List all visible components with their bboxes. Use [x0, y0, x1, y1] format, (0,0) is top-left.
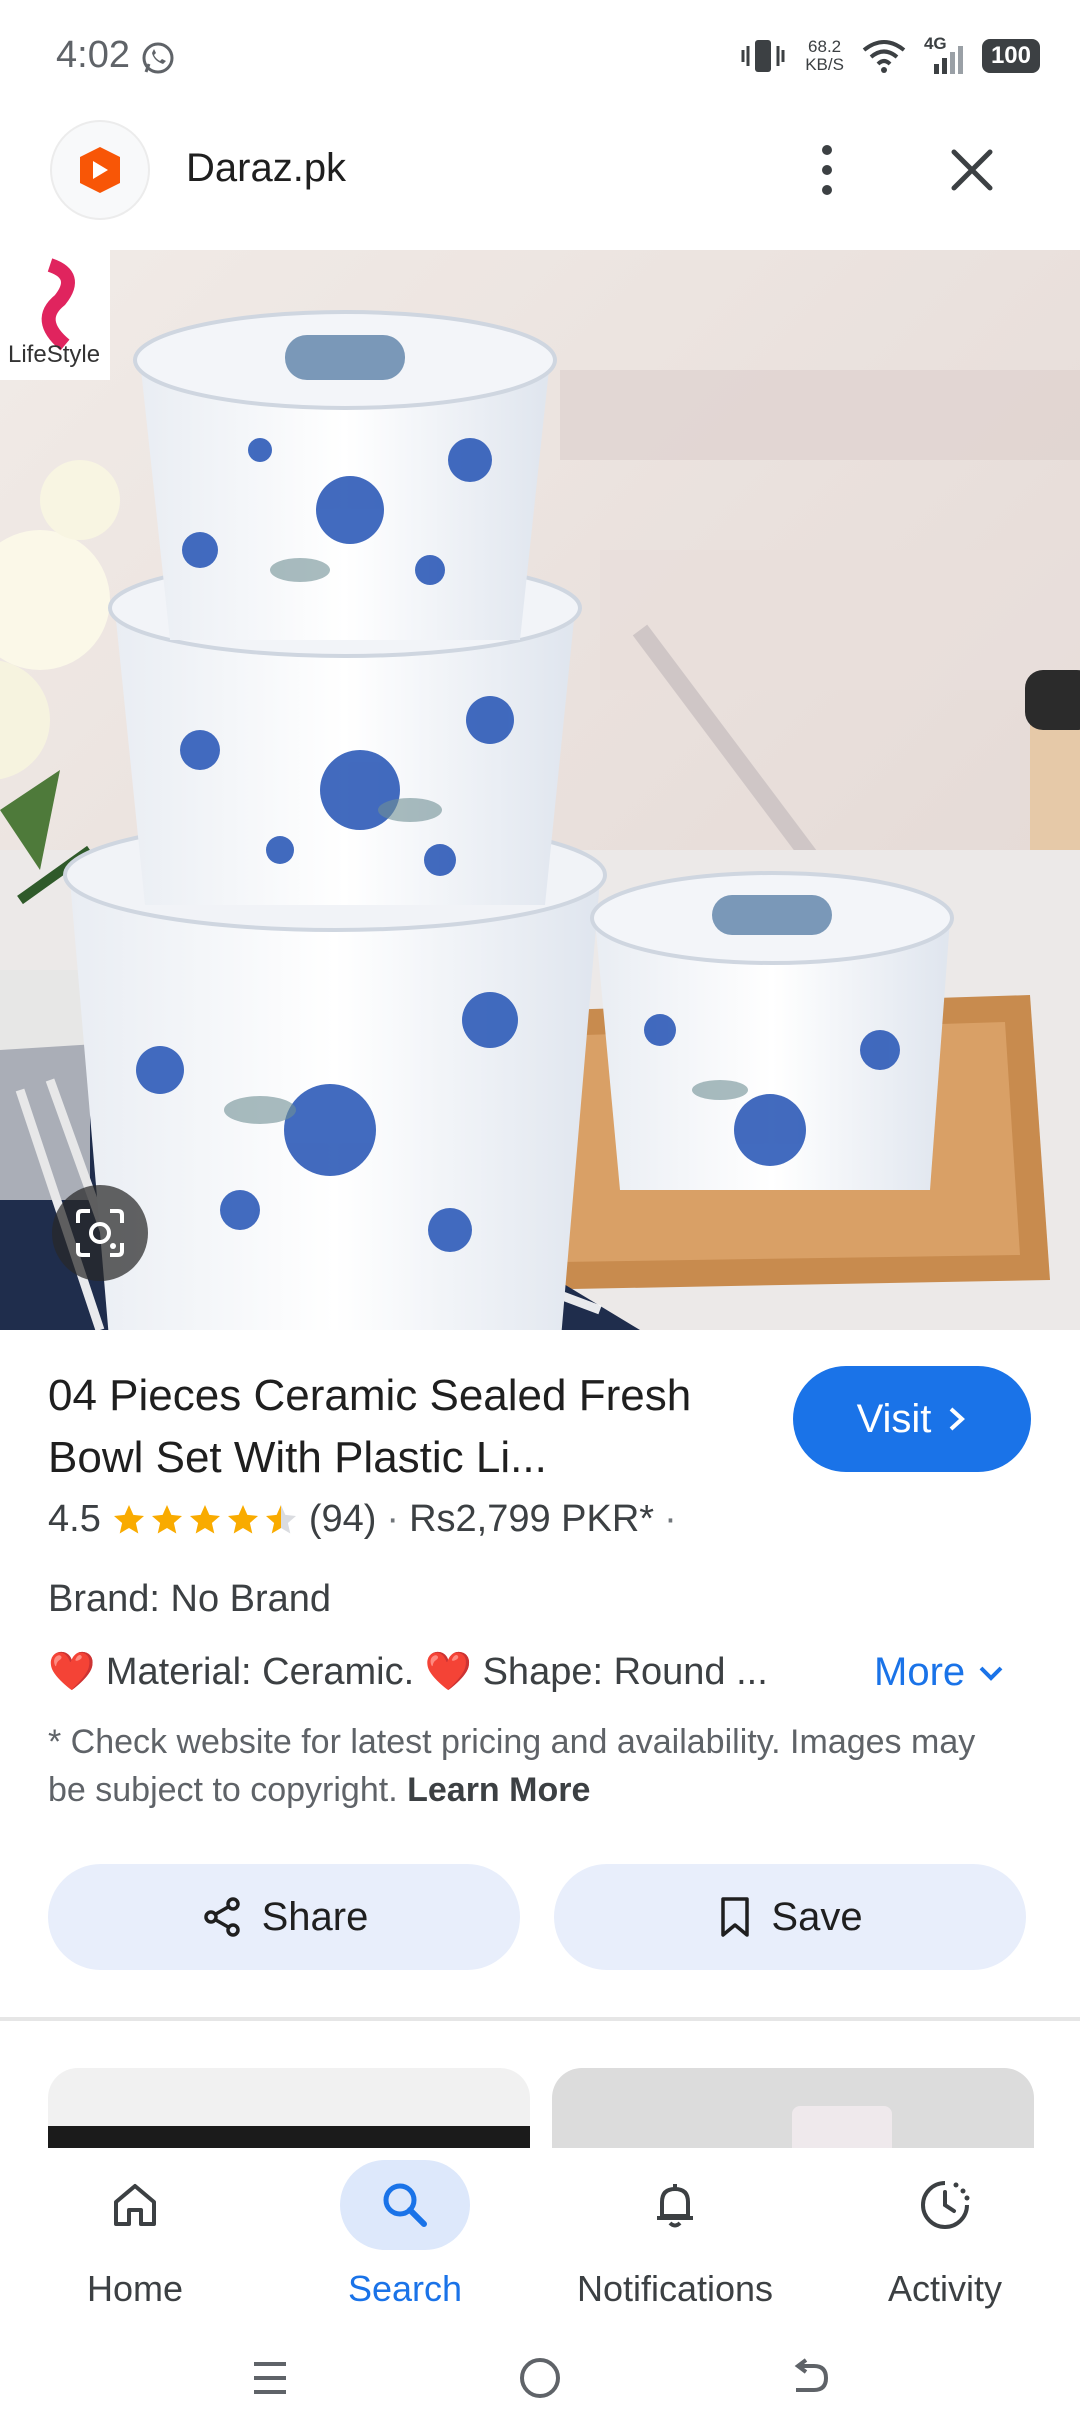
- daraz-logo-icon: [80, 147, 120, 193]
- features-text: ❤️ Material: Ceramic. ❤️ Shape: Round ..…: [48, 1651, 768, 1693]
- nav-activity[interactable]: Activity: [810, 2148, 1080, 2318]
- related-result-card[interactable]: [48, 2068, 530, 2158]
- save-label: Save: [771, 1894, 863, 1939]
- separator: ·: [386, 1498, 400, 1540]
- rating-stars: [111, 1502, 299, 1538]
- system-navigation: [0, 2318, 1080, 2436]
- visit-button[interactable]: Visit: [793, 1366, 1031, 1472]
- save-button[interactable]: Save: [554, 1864, 1026, 1970]
- review-count: (94): [308, 1498, 377, 1540]
- nav-search-label: Search: [347, 2268, 463, 2309]
- learn-more-link[interactable]: Learn More: [407, 1771, 590, 1809]
- home-circle-icon[interactable]: [516, 2354, 564, 2402]
- cell-signal: 4G: [924, 34, 964, 74]
- activity-icon: [921, 2181, 970, 2229]
- lens-button[interactable]: [52, 1185, 148, 1281]
- star-icon: [189, 1504, 220, 1533]
- nav-notifications-label: Notifications: [576, 2268, 774, 2309]
- disclaimer: * Check website for latest pricing and a…: [48, 1718, 1008, 1814]
- net-speed-value: 68.2: [808, 37, 842, 56]
- status-bar: 4:02 68.2 KB/S 4G 100: [0, 0, 1080, 110]
- net-speed-unit: KB/S: [805, 55, 844, 74]
- nav-activity-label: Activity: [887, 2268, 1002, 2309]
- wifi-icon: [862, 40, 906, 73]
- share-label: Share: [261, 1894, 369, 1939]
- net-speed: 68.2 KB/S: [805, 38, 844, 74]
- star-icon: [265, 1504, 296, 1533]
- chevron-down-icon: [979, 1666, 1003, 1681]
- recents-menu-icon[interactable]: [248, 2356, 292, 2400]
- visit-label: Visit: [856, 1396, 932, 1441]
- product-title[interactable]: 04 Pieces Ceramic Sealed Fresh Bowl Set …: [48, 1365, 768, 1489]
- star-icon: [113, 1504, 144, 1533]
- site-name[interactable]: Daraz.pk: [186, 146, 346, 191]
- status-right: 68.2 KB/S 4G 100: [739, 34, 1040, 76]
- more-vert-icon[interactable]: [812, 140, 842, 200]
- battery-indicator: 100: [981, 39, 1040, 73]
- share-icon: [203, 1897, 240, 1937]
- back-icon[interactable]: [786, 2354, 834, 2402]
- nav-home[interactable]: Home: [0, 2148, 270, 2318]
- nav-search-icon-wrap: [340, 2160, 470, 2250]
- product-image[interactable]: LifeStyle: [0, 250, 1080, 1330]
- watermark-text: LifeStyle: [8, 341, 100, 368]
- nav-activity-icon-wrap: [880, 2160, 1010, 2250]
- separator-2: ·: [664, 1498, 677, 1540]
- site-favicon[interactable]: [50, 120, 150, 220]
- nav-home-icon-wrap: [70, 2160, 200, 2250]
- share-button[interactable]: Share: [48, 1864, 520, 1970]
- star-icon: [227, 1504, 258, 1533]
- more-label: More: [874, 1650, 966, 1694]
- more-button[interactable]: More: [874, 1650, 1005, 1695]
- google-lens-icon: [76, 1209, 124, 1257]
- vibrate-icon: [741, 40, 785, 72]
- brand-text: Brand: No Brand: [48, 1578, 332, 1620]
- close-icon[interactable]: [940, 138, 1004, 202]
- section-divider: [0, 2017, 1080, 2021]
- star-icon: [151, 1504, 182, 1533]
- related-result-card[interactable]: [552, 2068, 1034, 2158]
- signal-icon: [933, 46, 963, 74]
- rating-value: 4.5: [48, 1498, 101, 1540]
- nav-search[interactable]: Search: [270, 2148, 540, 2318]
- price: Rs2,799 PKR*: [409, 1498, 655, 1540]
- home-icon: [114, 2184, 156, 2226]
- status-time: 4:02: [56, 34, 130, 76]
- rating-row: 4.5 (94) · Rs2,799 PKR* ·: [48, 1498, 677, 1541]
- nav-notifications[interactable]: Notifications: [540, 2148, 810, 2318]
- nav-notifications-icon-wrap: [610, 2160, 740, 2250]
- bell-icon: [657, 2184, 693, 2228]
- whatsapp-icon: [142, 42, 174, 74]
- chevron-right-icon: [950, 1407, 966, 1431]
- search-icon: [383, 2183, 427, 2227]
- bottom-navigation: Home Search Notifications Activity: [0, 2148, 1080, 2318]
- product-photo: LifeStyle: [0, 250, 1080, 1330]
- nav-home-label: Home: [86, 2268, 184, 2309]
- result-header: Daraz.pk: [0, 110, 1080, 250]
- bookmark-icon: [721, 1897, 750, 1937]
